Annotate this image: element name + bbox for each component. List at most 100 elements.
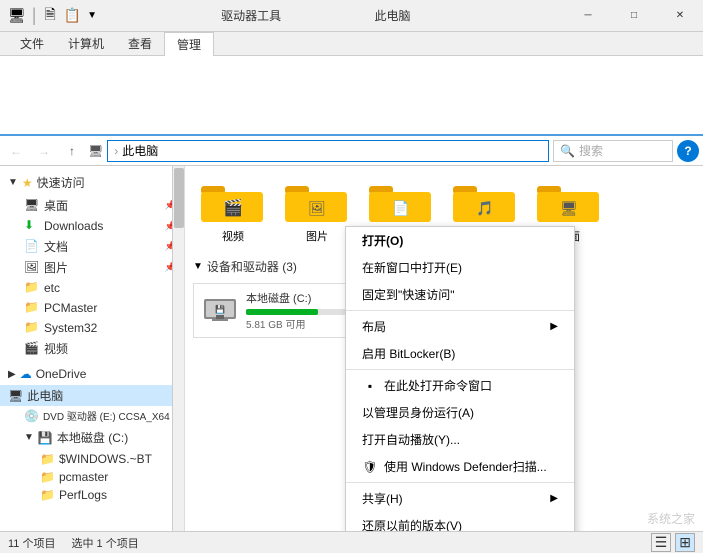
sidebar: ▼ ★ 快速访问 🖥 桌面 📌 ⬇ Downloads 📌 📄 文档 📌 🖼 图…: [0, 166, 185, 531]
tab-manage[interactable]: 管理: [164, 32, 214, 56]
breadcrumb-current: 此电脑: [122, 142, 158, 159]
ctx-bitlocker[interactable]: 启用 BitLocker(B): [346, 340, 574, 367]
watermark: 系统之家: [647, 510, 695, 527]
collapse-arrow[interactable]: ▼: [193, 261, 203, 272]
windows-bt-label: $WINDOWS.~BT: [59, 452, 152, 466]
sidebar-scrollbar[interactable]: [172, 166, 184, 531]
up-button[interactable]: ↑: [60, 139, 84, 163]
expand-arrow: ▼: [8, 177, 18, 188]
forward-button[interactable]: →: [32, 139, 56, 163]
ctx-open[interactable]: 打开(O): [346, 227, 574, 254]
toolbar-icon-1[interactable]: 🗎: [42, 2, 57, 30]
ctx-pin-quick-access[interactable]: 固定到"快速访问": [346, 281, 574, 308]
sidebar-label-videos: 视频: [44, 340, 68, 357]
content-area: 🎬 视频 🖼 图片 📄 文档 🎵: [185, 166, 703, 531]
title-bar-left: 🖥 | 🗎 📋 ▼ 驱动器工具 此电脑: [0, 2, 565, 30]
svg-text:🖼: 🖼: [308, 200, 326, 216]
help-button[interactable]: ?: [677, 140, 699, 162]
ctx-open-new-window[interactable]: 在新窗口中打开(E): [346, 254, 574, 281]
local-disk-c-group[interactable]: ▼ 💾 本地磁盘 (C:): [0, 425, 184, 450]
tab-computer[interactable]: 计算机: [56, 32, 116, 55]
ctx-layout-label: 布局: [362, 318, 386, 335]
onedrive-label: OneDrive: [36, 367, 87, 381]
folder-thumb-music: 🎵: [453, 178, 517, 226]
search-icon: 🔍: [560, 144, 575, 158]
context-menu: 打开(O) 在新窗口中打开(E) 固定到"快速访问" 布局 ▶ 启用 BitLo…: [345, 226, 575, 531]
this-pc-icon: 🖥: [8, 389, 23, 403]
folder-thumb-pictures: 🖼: [285, 178, 349, 226]
folder-icon-wbt: 📁: [40, 452, 55, 466]
dvd-label: DVD 驱动器 (E:) CCSA_X64: [43, 408, 170, 423]
tab-view[interactable]: 查看: [116, 32, 164, 55]
address-path[interactable]: › 此电脑: [107, 140, 549, 162]
close-button[interactable]: ✕: [657, 0, 703, 32]
folder-thumb-videos: 🎬: [201, 178, 265, 226]
back-button[interactable]: ←: [4, 139, 28, 163]
sidebar-item-pcmaster[interactable]: 📁 PCMaster: [0, 298, 184, 318]
sidebar-item-dvd[interactable]: 💿 DVD 驱动器 (E:) CCSA_X64: [0, 406, 184, 425]
svg-text:💾: 💾: [215, 304, 225, 314]
drive-c-header: 💾 本地磁盘 (C:) 5.81 GB 可用: [200, 290, 366, 331]
folder-videos[interactable]: 🎬 视频: [193, 174, 273, 248]
dvd-icon: 💿: [24, 409, 39, 423]
ctx-sep-1: [346, 310, 574, 311]
ribbon-toolbar: [0, 56, 703, 136]
sidebar-item-etc[interactable]: 📁 etc: [0, 278, 184, 298]
toolbar-dropdown[interactable]: ▼: [87, 10, 97, 21]
sidebar-item-pcmaster2[interactable]: 📁 pcmaster: [0, 468, 184, 486]
title-text-right: 此电脑: [374, 9, 410, 23]
status-items-count: 11 个项目: [8, 535, 55, 551]
ctx-sep-3: [346, 482, 574, 483]
scrollbar-thumb[interactable]: [174, 168, 184, 228]
view-mode-list[interactable]: ☰: [651, 533, 672, 552]
sidebar-item-videos[interactable]: 🎬 视频: [0, 338, 184, 359]
main-layout: ▼ ★ 快速访问 🖥 桌面 📌 ⬇ Downloads 📌 📄 文档 📌 🖼 图…: [0, 166, 703, 531]
quick-access-group[interactable]: ▼ ★ 快速访问: [0, 170, 184, 195]
sidebar-item-desktop[interactable]: 🖥 桌面 📌: [0, 195, 184, 216]
view-mode-grid[interactable]: ⊞: [675, 533, 695, 552]
ctx-sep-2: [346, 369, 574, 370]
ctx-defender-label: 使用 Windows Defender扫描...: [384, 458, 547, 475]
folder-icon-pcm2: 📁: [40, 470, 55, 484]
folder-pictures-label: 图片: [306, 228, 328, 244]
breadcrumb-icon: 🖥: [88, 144, 103, 158]
sidebar-item-this-pc[interactable]: 🖥 此电脑: [0, 385, 184, 406]
onedrive-group[interactable]: ▶ ☁ OneDrive: [0, 363, 184, 385]
sidebar-item-system32[interactable]: 📁 System32: [0, 318, 184, 338]
sidebar-label-documents: 文档: [44, 238, 68, 255]
sidebar-item-pictures[interactable]: 🖼 图片 📌: [0, 257, 184, 278]
ctx-admin[interactable]: 以管理员身份运行(A): [346, 399, 574, 426]
breadcrumb-separator: ›: [114, 144, 118, 158]
view-mode-buttons: ☰ ⊞: [651, 533, 695, 552]
submenu-arrow-share: ▶: [550, 493, 558, 504]
toolbar-icon-2[interactable]: 📋: [62, 5, 83, 26]
defender-icon: 🛡: [362, 459, 378, 475]
maximize-button[interactable]: □: [611, 0, 657, 32]
status-selected: 选中 1 个项目: [71, 535, 138, 551]
ctx-open-new-window-label: 在新窗口中打开(E): [362, 259, 462, 276]
ctx-restore[interactable]: 还原以前的版本(V): [346, 512, 574, 531]
ctx-cmd[interactable]: ▪ 在此处打开命令窗口: [346, 372, 574, 399]
local-disk-c-icon: 💾: [38, 431, 53, 445]
ctx-autoplay[interactable]: 打开自动播放(Y)...: [346, 426, 574, 453]
sidebar-item-perflogs[interactable]: 📁 PerfLogs: [0, 486, 184, 504]
ctx-bitlocker-label: 启用 BitLocker(B): [362, 345, 455, 362]
folder-icon-pcmaster: 📁: [24, 300, 40, 316]
tab-file[interactable]: 文件: [8, 32, 56, 55]
ctx-layout[interactable]: 布局 ▶: [346, 313, 574, 340]
documents-icon: 📄: [24, 239, 40, 255]
svg-text:🖥: 🖥: [560, 200, 578, 216]
ctx-defender[interactable]: 🛡 使用 Windows Defender扫描...: [346, 453, 574, 480]
pictures-icon: 🖼: [24, 260, 40, 276]
downloads-icon: ⬇: [24, 218, 40, 234]
folder-icon-etc: 📁: [24, 280, 40, 296]
search-box[interactable]: 🔍 搜索: [553, 140, 673, 162]
window-icon: 🖥: [8, 7, 26, 24]
minimize-button[interactable]: ─: [565, 0, 611, 32]
title-text-left: 驱动器工具: [221, 9, 281, 23]
sidebar-item-documents[interactable]: 📄 文档 📌: [0, 236, 184, 257]
quick-access-label: 快速访问: [37, 174, 85, 191]
sidebar-item-windows-bt[interactable]: 📁 $WINDOWS.~BT: [0, 450, 184, 468]
ctx-share[interactable]: 共享(H) ▶: [346, 485, 574, 512]
sidebar-item-downloads[interactable]: ⬇ Downloads 📌: [0, 216, 184, 236]
